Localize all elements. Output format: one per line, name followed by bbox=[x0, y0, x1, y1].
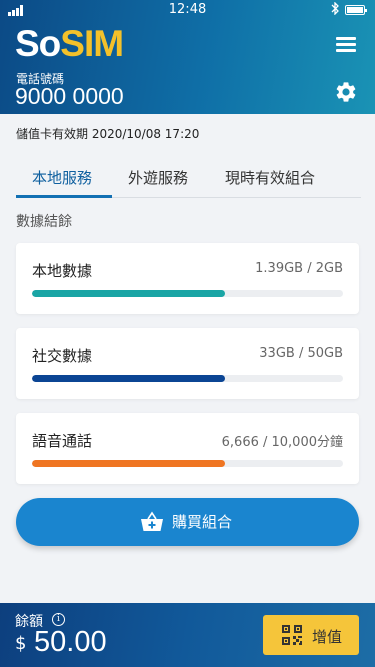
usage-progress-bar bbox=[32, 290, 343, 297]
usage-card-voice-calls: 語音通話 6,666 / 10,000分鐘 bbox=[16, 413, 359, 484]
basket-plus-icon bbox=[140, 511, 164, 533]
status-bar: 12:48 bbox=[0, 0, 375, 20]
hamburger-menu-icon[interactable] bbox=[336, 37, 356, 52]
usage-value: 6,666 / 10,000分鐘 bbox=[221, 435, 343, 450]
balance-amount: 50.00 bbox=[34, 626, 107, 658]
usage-value: 1.39GB / 2GB bbox=[255, 261, 343, 276]
usage-card-local-data: 本地數據 1.39GB / 2GB bbox=[16, 243, 359, 314]
phone-number: 9000 0000 bbox=[15, 83, 124, 109]
logo-sim: SIM bbox=[60, 23, 124, 64]
usage-progress-fill bbox=[32, 460, 225, 467]
service-tabs: 本地服務 外遊服務 現時有效組合 bbox=[16, 160, 361, 198]
tab-roaming-service[interactable]: 外遊服務 bbox=[128, 167, 188, 188]
usage-progress-bar bbox=[32, 375, 343, 382]
usage-progress-fill bbox=[32, 290, 225, 297]
usage-progress-bar bbox=[32, 460, 343, 467]
tab-active-packs[interactable]: 現時有效組合 bbox=[225, 167, 315, 188]
gear-icon[interactable] bbox=[334, 80, 358, 104]
active-tab-indicator bbox=[16, 195, 112, 198]
usage-label: 社交數據 bbox=[32, 347, 93, 365]
usage-card-social-data: 社交數據 33GB / 50GB bbox=[16, 328, 359, 399]
qr-code-icon bbox=[282, 625, 302, 645]
top-up-label: 增值 bbox=[312, 628, 343, 646]
expiry-text: 儲值卡有效期 2020/10/08 17:20 bbox=[16, 127, 200, 141]
info-icon[interactable]: i bbox=[52, 613, 65, 626]
buy-pack-label: 購買組合 bbox=[172, 513, 233, 531]
usage-progress-fill bbox=[32, 375, 225, 382]
top-up-button[interactable]: 增值 bbox=[263, 615, 359, 655]
tab-local-service[interactable]: 本地服務 bbox=[32, 167, 92, 188]
buy-pack-button[interactable]: 購買組合 bbox=[16, 498, 359, 546]
bluetooth-icon bbox=[331, 1, 339, 18]
usage-label: 語音通話 bbox=[32, 432, 93, 450]
usage-value: 33GB / 50GB bbox=[259, 346, 343, 361]
status-time: 12:48 bbox=[168, 2, 207, 17]
sosim-logo: SoSIM bbox=[15, 23, 124, 64]
battery-icon bbox=[345, 5, 367, 15]
app-header: 12:48 SoSIM 電話號碼 9000 0000 bbox=[0, 0, 375, 114]
usage-label: 本地數據 bbox=[32, 262, 93, 280]
currency-symbol: $ bbox=[15, 633, 27, 654]
balance-footer: 餘額 i $ 50.00 增值 bbox=[0, 603, 375, 667]
section-title: 數據結餘 bbox=[16, 214, 72, 230]
logo-so: So bbox=[15, 23, 61, 64]
